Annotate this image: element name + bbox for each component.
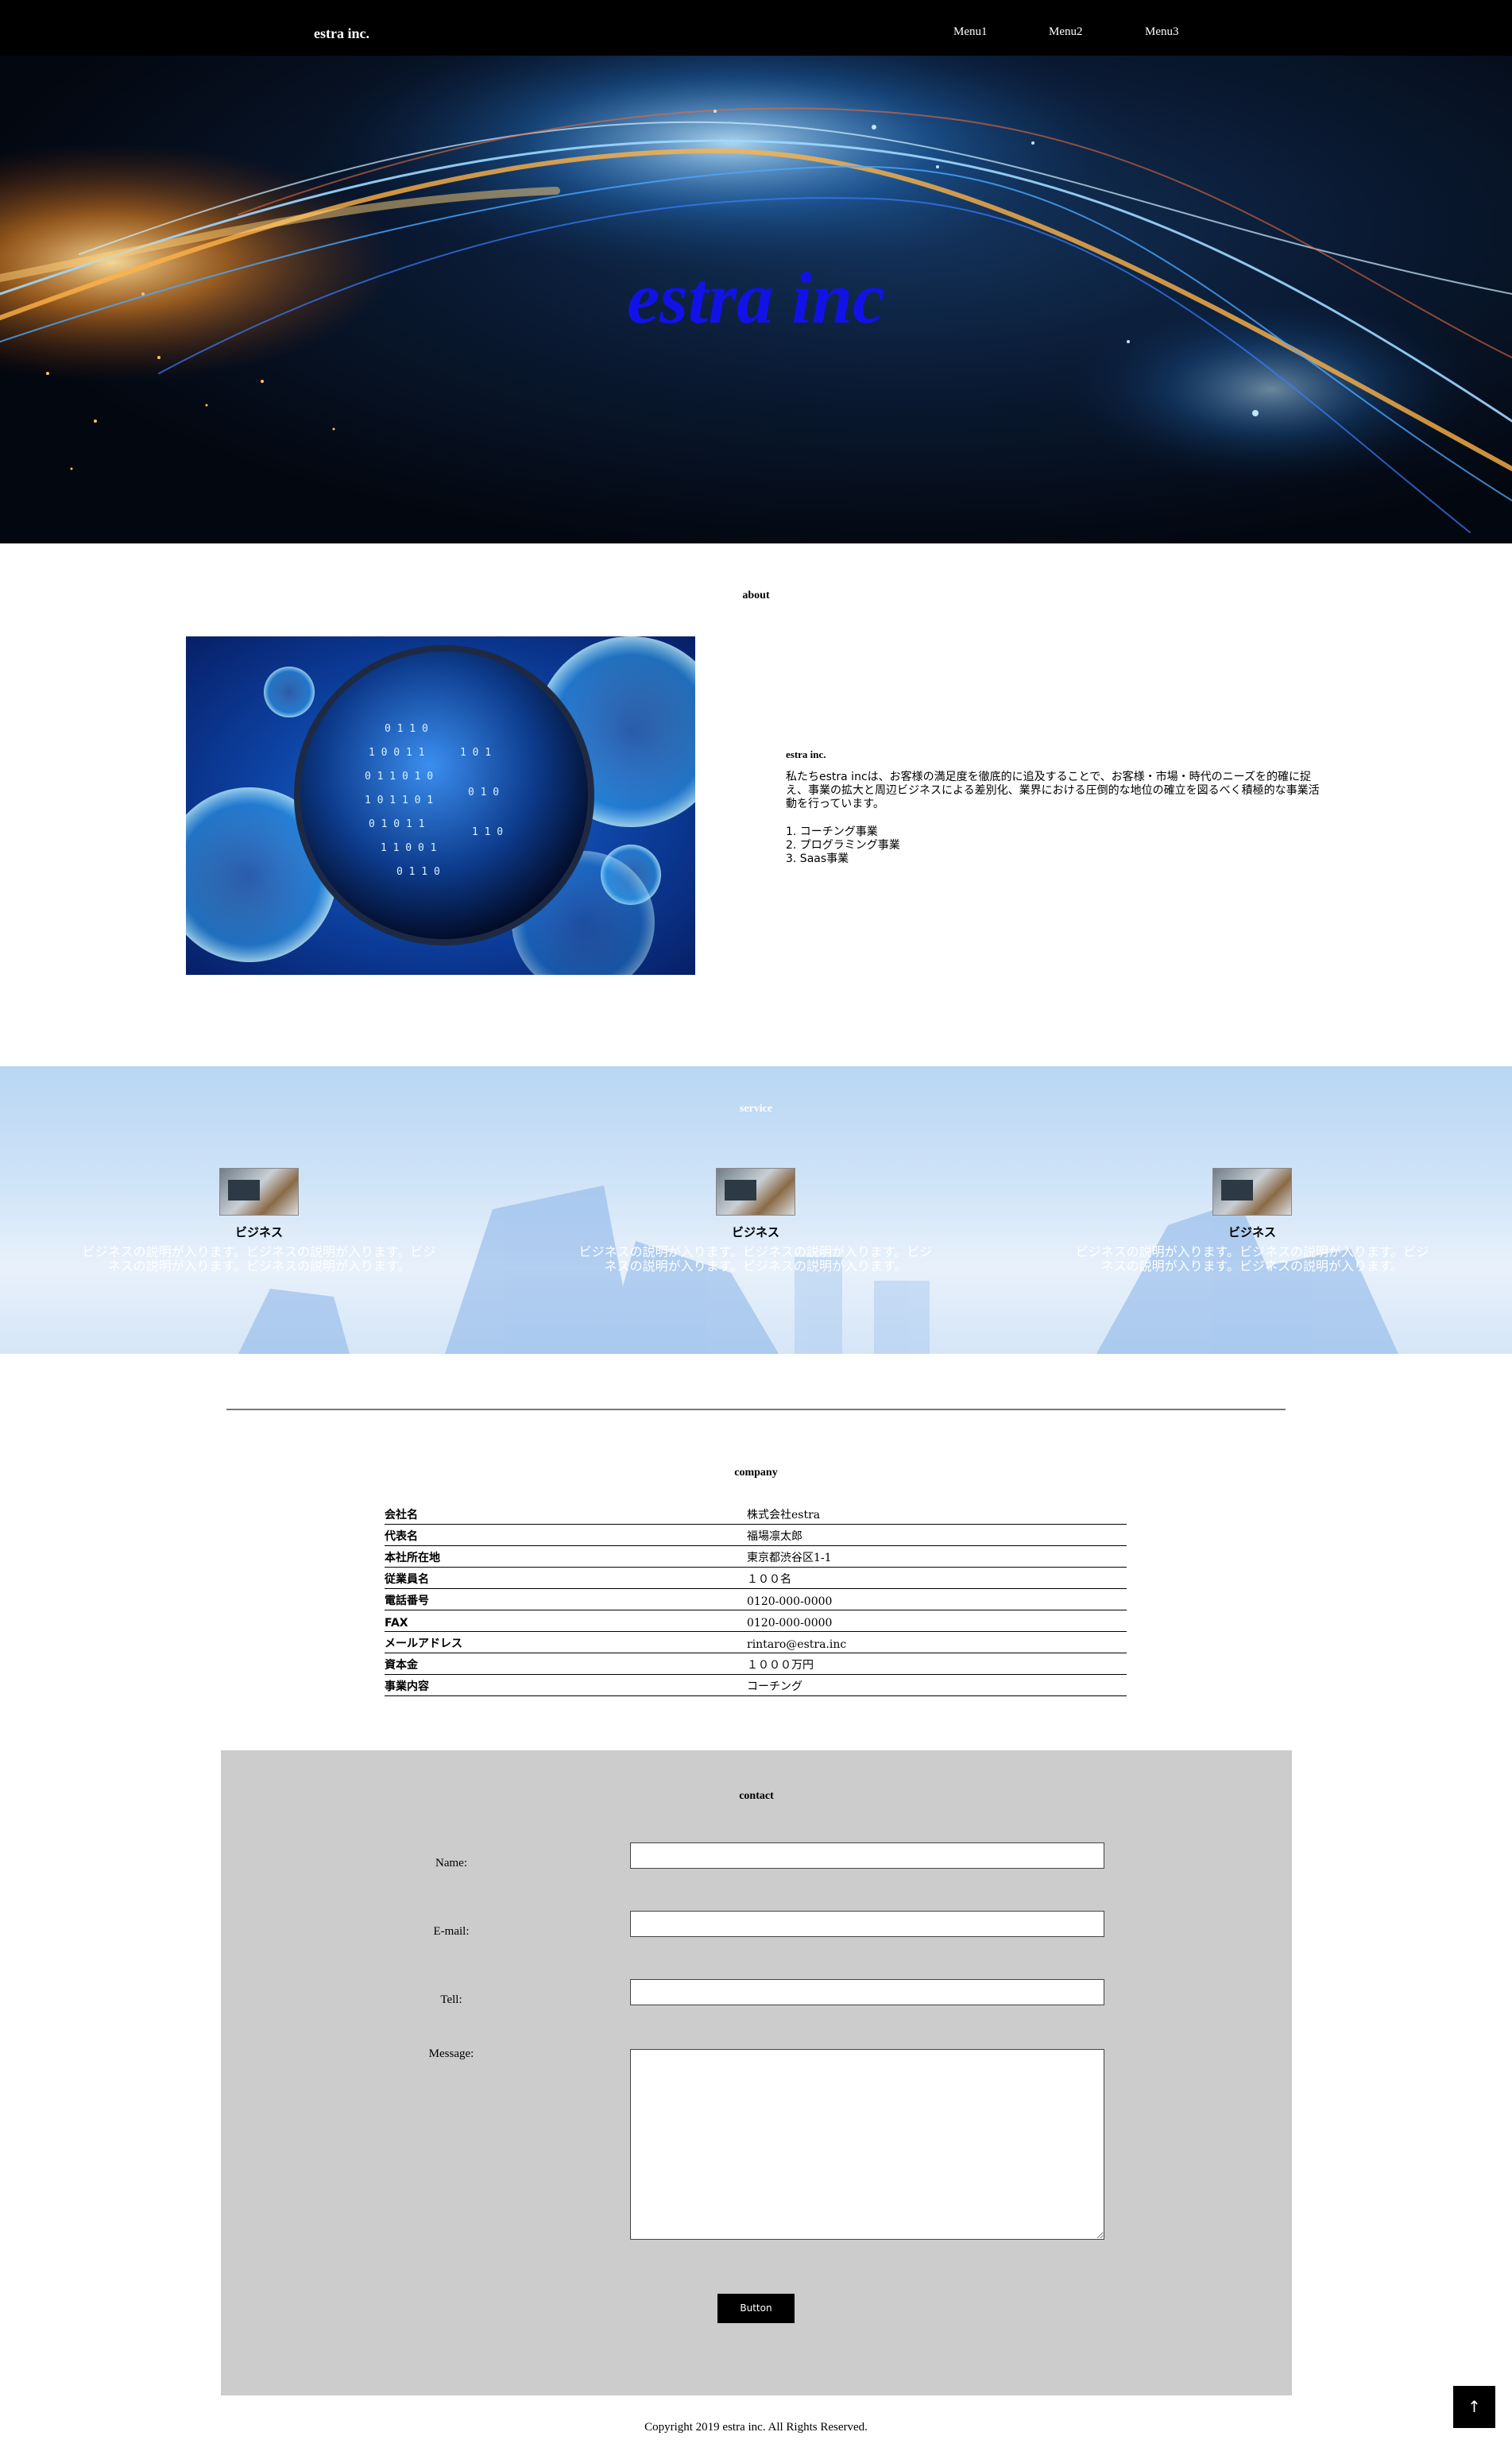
hero-banner: estra inc xyxy=(0,56,1512,543)
name-input[interactable] xyxy=(630,1842,1104,1869)
service-card-title: ビジネス xyxy=(234,1225,283,1239)
table-value: rintaro@estra.inc xyxy=(747,1631,1127,1653)
table-value: 福場凛太郎 xyxy=(747,1524,1127,1546)
table-key: 本社所在地 xyxy=(385,1545,747,1568)
section-divider xyxy=(226,1409,1286,1410)
svg-text:1 0 1 1 0 1: 1 0 1 1 0 1 xyxy=(365,795,433,806)
table-row: 本社所在地 東京都渋谷区1-1 xyxy=(385,1545,1127,1568)
email-label: E-mail: xyxy=(433,1925,470,1938)
footer-copyright: Copyright 2019 estra inc. All Rights Res… xyxy=(644,2421,868,2434)
table-value: 0120-000-0000 xyxy=(747,1588,1127,1610)
data-sphere-graphic: 0 1 1 0 1 0 0 1 1 0 1 1 0 1 0 1 0 1 1 0 1 … xyxy=(186,636,695,975)
about-services-list: 1. コーチング事業 2. プログラミング事業 3. Saas事業 xyxy=(786,825,1326,866)
list-item: 2. プログラミング事業 xyxy=(786,839,900,852)
table-row: 電話番号 0120-000-0000 xyxy=(385,1588,1127,1610)
nav-menu3[interactable]: Menu3 xyxy=(1145,25,1179,39)
svg-text:0 1 1 0 1 0: 0 1 1 0 1 0 xyxy=(365,771,433,783)
svg-text:0 1 1 0: 0 1 1 0 xyxy=(385,723,428,735)
table-row: FAX 0120-000-0000 xyxy=(385,1610,1127,1632)
service-card: ビジネス ビジネスの説明が入ります。ビジネスの説明が入ります。ビジネスの説明が入… xyxy=(1069,1168,1435,1274)
service-card-title: ビジネス xyxy=(1228,1225,1276,1239)
table-value: １０００万円 xyxy=(747,1653,1127,1675)
table-row: 従業員名 １００名 xyxy=(385,1567,1127,1589)
table-key: 事業内容 xyxy=(385,1674,747,1696)
company-title: company xyxy=(734,1467,778,1479)
submit-button[interactable]: Button xyxy=(717,2294,795,2323)
hero-title: estra inc xyxy=(627,257,885,338)
service-card-image xyxy=(219,1168,299,1216)
service-card: ビジネス ビジネスの説明が入ります。ビジネスの説明が入ります。ビジネスの説明が入… xyxy=(76,1168,442,1274)
scroll-to-top-button[interactable]: ↑ xyxy=(1453,2386,1495,2428)
service-card: ビジネス ビジネスの説明が入ります。ビジネスの説明が入ります。ビジネスの説明が入… xyxy=(573,1168,938,1274)
table-key: FAX xyxy=(385,1610,747,1632)
about-title: about xyxy=(742,590,770,601)
table-key: 電話番号 xyxy=(385,1588,747,1610)
site-header: estra inc. Menu1 Menu2 Menu3 xyxy=(0,0,1512,56)
site-logo[interactable]: estra inc. xyxy=(314,25,369,42)
service-card-desc: ビジネスの説明が入ります。ビジネスの説明が入ります。ビジネスの説明が入ります。ビ… xyxy=(82,1244,436,1274)
message-textarea[interactable] xyxy=(630,2049,1104,2240)
table-row: メールアドレス rintaro@estra.inc xyxy=(385,1631,1127,1653)
table-key: 従業員名 xyxy=(385,1567,747,1589)
table-value: 東京都渋谷区1-1 xyxy=(747,1545,1127,1568)
message-label: Message: xyxy=(428,2047,474,2060)
contact-section: contact Name: E-mail: Tell: Message: But… xyxy=(221,1750,1292,2395)
company-info-table: 会社名 株式会社estra 代表名 福場凛太郎 本社所在地 東京都渋谷区1-1 従業員… xyxy=(385,1502,1127,1696)
about-image: 0 1 1 0 1 0 0 1 1 0 1 1 0 1 0 1 0 1 1 0 1 … xyxy=(186,636,695,975)
tell-input[interactable] xyxy=(630,1979,1104,2005)
table-key: メールアドレス xyxy=(385,1631,747,1653)
svg-text:0 1 0: 0 1 0 xyxy=(468,787,499,798)
table-value: コーチング xyxy=(747,1674,1127,1696)
table-key: 代表名 xyxy=(385,1524,747,1546)
about-company-name: estra inc. xyxy=(786,748,826,760)
svg-text:1 1 0 0 1: 1 1 0 0 1 xyxy=(381,842,436,854)
table-row: 資本金 １０００万円 xyxy=(385,1653,1127,1675)
table-row: 代表名 福場凛太郎 xyxy=(385,1524,1127,1546)
table-value: 株式会社estra xyxy=(747,1502,1127,1525)
table-value: １００名 xyxy=(747,1567,1127,1589)
service-card-image xyxy=(716,1168,795,1216)
nav-menu2[interactable]: Menu2 xyxy=(1049,25,1083,39)
svg-text:0 1 1 0: 0 1 1 0 xyxy=(396,866,440,878)
table-key: 会社名 xyxy=(385,1502,747,1525)
service-card-desc: ビジネスの説明が入ります。ビジネスの説明が入ります。ビジネスの説明が入ります。ビ… xyxy=(578,1244,933,1274)
svg-text:1 0 1: 1 0 1 xyxy=(460,747,491,759)
arrow-up-icon: ↑ xyxy=(1468,2397,1481,2416)
nav-menu1[interactable]: Menu1 xyxy=(953,25,988,39)
contact-title: contact xyxy=(739,1790,774,1802)
email-input[interactable] xyxy=(630,1911,1104,1937)
service-card-title: ビジネス xyxy=(731,1225,779,1239)
service-card-image xyxy=(1212,1168,1292,1216)
list-item: 1. コーチング事業 xyxy=(786,825,878,838)
table-value: 0120-000-0000 xyxy=(747,1610,1127,1632)
service-title: service xyxy=(739,1103,773,1115)
service-card-desc: ビジネスの説明が入ります。ビジネスの説明が入ります。ビジネスの説明が入ります。ビ… xyxy=(1075,1244,1429,1274)
tell-label: Tell: xyxy=(440,1993,462,2006)
table-key: 資本金 xyxy=(385,1653,747,1675)
svg-text:1 1 0: 1 1 0 xyxy=(472,826,503,838)
table-row: 会社名 株式会社estra xyxy=(385,1502,1127,1525)
about-text: estra inc. 私たちestra incは、お客様の満足度を徹底的に追及す… xyxy=(786,748,1326,866)
svg-text:1 0 0 1 1: 1 0 0 1 1 xyxy=(369,747,424,759)
table-row: 事業内容 コーチング xyxy=(385,1674,1127,1696)
about-description: 私たちestra incは、お客様の満足度を徹底的に追及することで、お客様・市場… xyxy=(786,771,1320,810)
name-label: Name: xyxy=(435,1857,467,1869)
list-item: 3. Saas事業 xyxy=(786,853,849,865)
svg-text:0 1 0 1 1: 0 1 0 1 1 xyxy=(369,818,424,830)
service-section: service ビジネス ビジネスの説明が入ります。ビジネスの説明が入ります。ビ… xyxy=(0,1066,1512,1354)
